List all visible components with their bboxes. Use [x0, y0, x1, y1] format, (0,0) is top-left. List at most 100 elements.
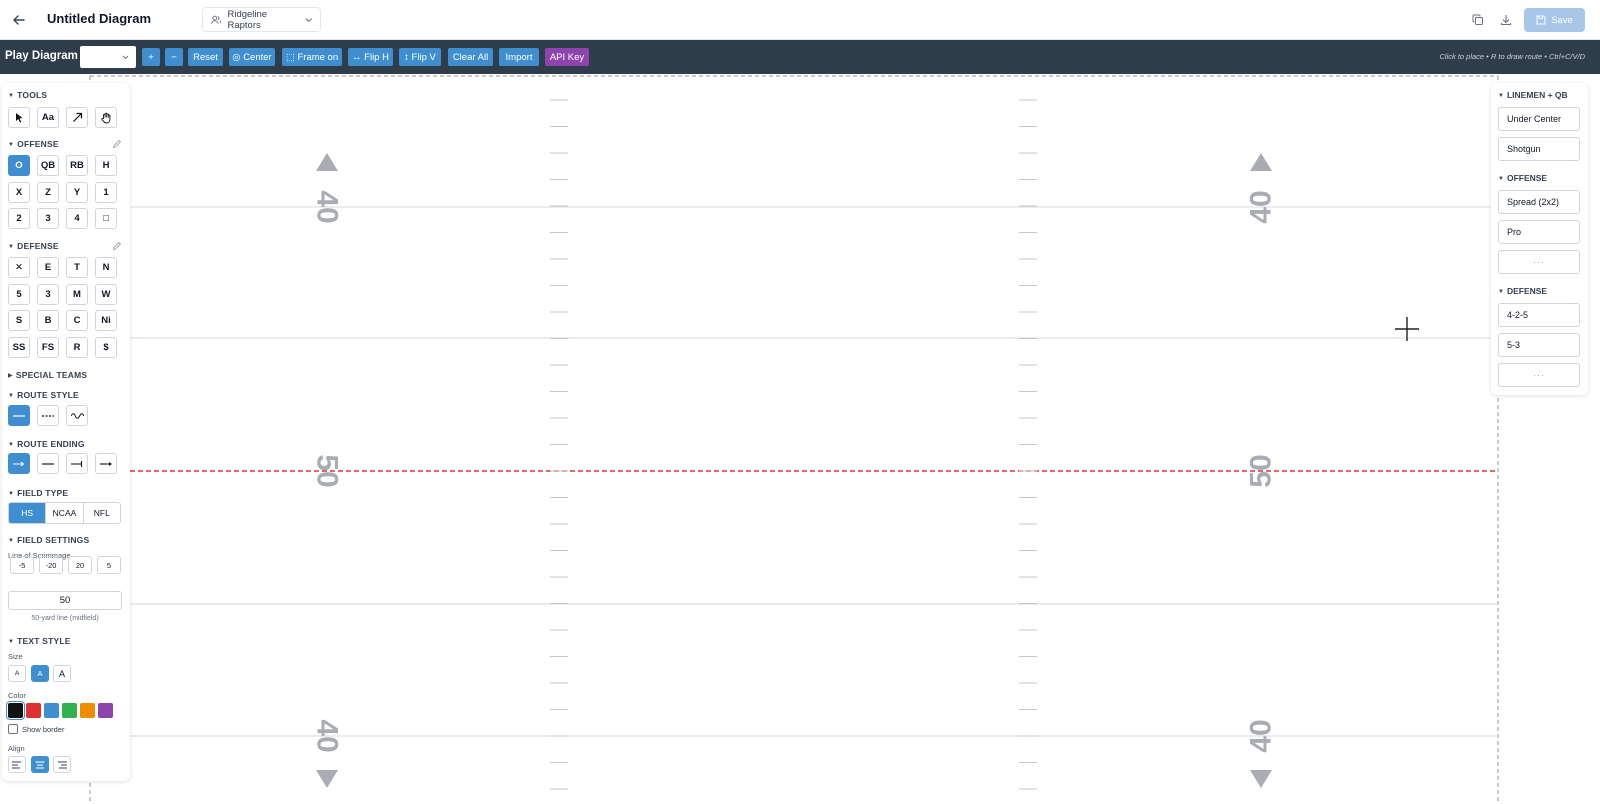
- field-type-section-header[interactable]: ▼ FIELD TYPE: [8, 488, 68, 498]
- pan-tool-button[interactable]: [95, 107, 117, 128]
- color-swatch[interactable]: [62, 703, 77, 718]
- formation-4-2-5[interactable]: 4-2-5: [1498, 303, 1580, 327]
- offense-player-button[interactable]: O: [8, 155, 30, 176]
- pointer-tool-button[interactable]: [8, 107, 30, 128]
- offense-player-button[interactable]: X: [8, 181, 30, 203]
- diagram-title[interactable]: Untitled Diagram: [47, 11, 151, 26]
- los-plus-5-button[interactable]: 5: [97, 556, 121, 574]
- offense-player-button[interactable]: H: [95, 155, 117, 176]
- defense-player-button[interactable]: W: [95, 283, 117, 305]
- save-button[interactable]: Save: [1524, 8, 1585, 32]
- defense-formations-header[interactable]: ▼ DEFENSE: [1498, 286, 1547, 296]
- field-type-hs[interactable]: HS: [9, 503, 46, 523]
- back-button[interactable]: [8, 9, 30, 31]
- defense-player-button[interactable]: E: [37, 257, 59, 278]
- flip-h-button[interactable]: ↔ Flip H: [348, 48, 393, 66]
- formation-under-center[interactable]: Under Center: [1498, 107, 1580, 131]
- formation-shotgun[interactable]: Shotgun: [1498, 137, 1580, 161]
- defense-player-button[interactable]: R: [66, 336, 88, 358]
- zoom-in-button[interactable]: +: [142, 48, 160, 66]
- offense-section-header[interactable]: ▼ OFFENSE: [8, 139, 59, 149]
- color-swatch[interactable]: [80, 703, 95, 718]
- los-yard-input[interactable]: [8, 591, 122, 610]
- los-plus-20-button[interactable]: 20: [68, 556, 92, 574]
- defense-player-button[interactable]: 5: [8, 283, 30, 305]
- color-swatch[interactable]: [44, 703, 59, 718]
- route-ending-arrow-end-button[interactable]: [95, 453, 117, 474]
- align-center-button[interactable]: [31, 756, 49, 773]
- defense-player-button[interactable]: N: [95, 257, 117, 278]
- offense-player-button[interactable]: 1: [95, 181, 117, 203]
- pencil-icon[interactable]: [112, 241, 122, 251]
- defense-player-button[interactable]: C: [66, 310, 88, 331]
- formation-spread-2x2[interactable]: Spread (2x2): [1498, 190, 1580, 214]
- route-style-section-header[interactable]: ▼ ROUTE STYLE: [8, 390, 79, 400]
- text-size-small-button[interactable]: A: [8, 665, 26, 682]
- offense-player-button[interactable]: Y: [66, 181, 88, 203]
- defense-player-button[interactable]: T: [66, 257, 88, 278]
- team-selector[interactable]: Ridgeline Raptors: [202, 7, 321, 32]
- align-right-button[interactable]: [53, 756, 71, 773]
- tools-section-header[interactable]: ▼ TOOLS: [8, 90, 47, 100]
- defense-section-header[interactable]: ▼ DEFENSE: [8, 241, 59, 251]
- formation-pro[interactable]: Pro: [1498, 220, 1580, 244]
- offense-player-button[interactable]: RB: [66, 155, 88, 176]
- more-defense-formations-button[interactable]: ···: [1498, 363, 1580, 387]
- pencil-icon[interactable]: [112, 139, 122, 149]
- text-size-large-button[interactable]: A: [53, 665, 71, 682]
- duplicate-button[interactable]: [1469, 11, 1487, 29]
- los-minus-5-button[interactable]: -5: [10, 556, 34, 574]
- defense-player-button[interactable]: 3: [37, 283, 59, 305]
- center-button[interactable]: ◎ Center: [229, 48, 275, 66]
- defense-player-button[interactable]: M: [66, 283, 88, 305]
- defense-player-button[interactable]: S: [8, 310, 30, 331]
- offense-player-button[interactable]: 2: [8, 208, 30, 229]
- api-key-button[interactable]: API Key: [545, 48, 589, 66]
- defense-player-button[interactable]: FS: [37, 336, 59, 358]
- text-size-medium-button[interactable]: A: [31, 665, 49, 682]
- linemen-qb-section-header[interactable]: ▼ LINEMEN + QB: [1498, 90, 1568, 100]
- route-tool-button[interactable]: [66, 107, 88, 128]
- special-teams-section-header[interactable]: ▶ SPECIAL TEAMS: [8, 370, 87, 380]
- football-field[interactable]: 40 40 50 50 40 40: [0, 74, 1600, 804]
- field-type-nfl[interactable]: NFL: [82, 503, 120, 523]
- route-style-dashed-button[interactable]: [37, 405, 59, 426]
- field-settings-section-header[interactable]: ▼ FIELD SETTINGS: [8, 535, 89, 545]
- clear-all-button[interactable]: Clear All: [448, 48, 493, 66]
- route-ending-section-header[interactable]: ▼ ROUTE ENDING: [8, 439, 85, 449]
- offense-player-button[interactable]: Z: [37, 181, 59, 203]
- offense-player-button[interactable]: QB: [37, 155, 59, 176]
- defense-player-button[interactable]: SS: [8, 336, 30, 358]
- los-minus-20-button[interactable]: -20: [39, 556, 63, 574]
- show-border-checkbox[interactable]: [8, 724, 18, 734]
- offense-player-button[interactable]: □: [95, 208, 117, 229]
- route-ending-arrow-button[interactable]: [8, 453, 30, 474]
- defense-player-button[interactable]: $: [95, 336, 117, 358]
- route-ending-block-button[interactable]: [66, 453, 88, 474]
- text-style-section-header[interactable]: ▼ TEXT STYLE: [8, 636, 71, 646]
- route-ending-none-button[interactable]: [37, 453, 59, 474]
- defense-player-button[interactable]: Ni: [95, 310, 117, 331]
- offense-formations-header[interactable]: ▼ OFFENSE: [1498, 173, 1547, 183]
- route-style-solid-button[interactable]: [8, 405, 30, 426]
- route-style-wavy-button[interactable]: [66, 405, 88, 426]
- align-left-button[interactable]: [8, 756, 26, 773]
- more-offense-formations-button[interactable]: ···: [1498, 250, 1580, 274]
- color-swatch[interactable]: [98, 703, 113, 718]
- play-select-dropdown[interactable]: [80, 46, 136, 68]
- reset-button[interactable]: Reset: [188, 48, 223, 66]
- download-button[interactable]: [1497, 11, 1515, 29]
- defense-player-button[interactable]: B: [37, 310, 59, 331]
- zoom-out-button[interactable]: −: [165, 48, 183, 66]
- color-swatch[interactable]: [26, 703, 41, 718]
- import-button[interactable]: Import: [499, 48, 539, 66]
- frame-toggle-button[interactable]: ⬚ Frame on: [282, 48, 342, 66]
- defense-player-button[interactable]: ✕: [8, 257, 30, 278]
- formation-5-3[interactable]: 5-3: [1498, 333, 1580, 357]
- color-swatch[interactable]: [6, 701, 25, 720]
- field-type-ncaa[interactable]: NCAA: [45, 503, 82, 523]
- flip-v-button[interactable]: ↕ Flip V: [399, 48, 441, 66]
- text-tool-button[interactable]: Aa: [37, 107, 59, 128]
- offense-player-button[interactable]: 4: [66, 208, 88, 229]
- offense-player-button[interactable]: 3: [37, 208, 59, 229]
